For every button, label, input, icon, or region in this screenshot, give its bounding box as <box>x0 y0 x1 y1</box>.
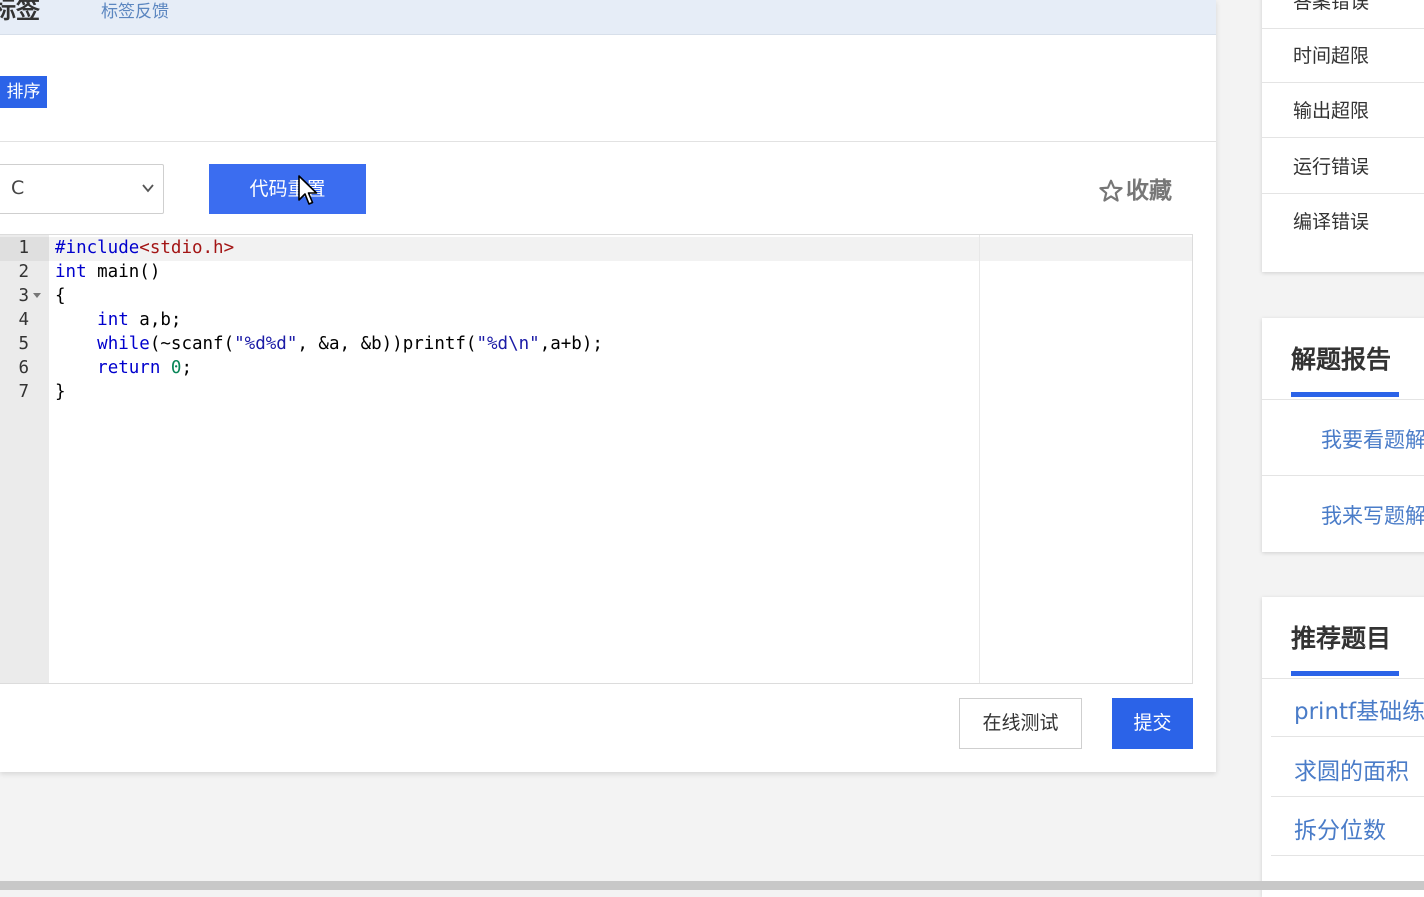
status-item[interactable]: 输出超限 <box>1262 83 1424 138</box>
star-icon <box>1099 179 1123 202</box>
status-item[interactable]: 运行错误 <box>1262 139 1424 194</box>
status-item[interactable]: 答案错误 <box>1262 0 1424 29</box>
tag-chip[interactable]: 排序 <box>0 76 47 108</box>
code-editor[interactable]: 1 #include<stdio.h> 2 int main() 3 { 4 i… <box>0 234 1193 684</box>
divider <box>1262 399 1424 400</box>
status-item-label: 运行错误 <box>1293 156 1370 178</box>
view-solution-link[interactable]: 我要看题解 <box>1321 424 1424 454</box>
code-line[interactable]: 1 #include<stdio.h> <box>0 236 1192 260</box>
line-number: 3 <box>18 286 29 306</box>
online-test-button[interactable]: 在线测试 <box>959 698 1082 749</box>
line-number: 7 <box>18 382 29 402</box>
status-item[interactable]: 时间超限 <box>1262 28 1424 83</box>
divider <box>1271 855 1424 856</box>
code-line[interactable]: 6 return 0; <box>0 356 1192 380</box>
line-number: 4 <box>18 310 29 330</box>
status-item[interactable]: 编译错误 <box>1262 194 1424 248</box>
code-line[interactable]: 7 } <box>0 380 1192 404</box>
code-line[interactable]: 5 while(~scanf("%d%d", &a, &b))printf("%… <box>0 332 1192 356</box>
code-line[interactable]: 2 int main() <box>0 260 1192 284</box>
mouse-cursor-icon <box>298 175 318 205</box>
tag-title: 标签 <box>0 0 40 24</box>
status-filter-card: 答案错误 时间超限 输出超限 运行错误 编译错误 <box>1262 0 1424 272</box>
recommended-problem-link[interactable]: printf基础练习 <box>1294 692 1424 726</box>
solution-report-card: 解题报告 我要看题解 我来写题解 <box>1262 318 1424 552</box>
status-item-label: 输出超限 <box>1293 100 1370 122</box>
fold-arrow-icon[interactable] <box>33 293 41 298</box>
line-number: 6 <box>18 358 29 378</box>
language-value: C <box>11 177 25 199</box>
recommend-title: 推荐题目 <box>1291 624 1392 653</box>
title-underline <box>1291 671 1399 676</box>
divider <box>1262 475 1424 476</box>
chevron-down-icon <box>142 184 154 193</box>
recommended-problem-link[interactable]: 求圆的面积 <box>1294 752 1409 786</box>
horizontal-scrollbar[interactable] <box>0 881 1424 890</box>
status-item-label: 答案错误 <box>1293 0 1370 13</box>
favorite-button[interactable]: 收藏 <box>1098 174 1172 208</box>
tag-header: 标签 标签反馈 <box>0 0 1216 35</box>
problem-card: 标签 标签反馈 排序 C 代码重置 收藏 1 #include<stdio.h>… <box>0 0 1216 772</box>
write-solution-link[interactable]: 我来写题解 <box>1321 500 1424 530</box>
title-underline <box>1291 392 1399 397</box>
code-reset-button[interactable]: 代码重置 <box>209 164 366 214</box>
submit-button[interactable]: 提交 <box>1112 698 1193 749</box>
line-number: 1 <box>18 238 29 258</box>
line-number: 2 <box>18 262 29 282</box>
divider <box>1262 678 1424 679</box>
status-item-label: 编译错误 <box>1293 211 1370 233</box>
tag-feedback-link[interactable]: 标签反馈 <box>101 0 169 24</box>
language-select[interactable]: C <box>0 164 164 214</box>
divider <box>1271 796 1424 797</box>
report-title: 解题报告 <box>1291 345 1392 374</box>
code-line[interactable]: 3 { <box>0 284 1192 308</box>
favorite-label: 收藏 <box>1126 178 1172 204</box>
divider <box>1271 736 1424 737</box>
recommended-problems-card: 推荐题目 printf基础练习 求圆的面积 拆分位数 <box>1262 597 1424 897</box>
line-number: 5 <box>18 334 29 354</box>
divider <box>0 141 1216 142</box>
recommended-problem-link[interactable]: 拆分位数 <box>1294 811 1386 845</box>
code-line[interactable]: 4 int a,b; <box>0 308 1192 332</box>
status-item-label: 时间超限 <box>1293 45 1370 67</box>
